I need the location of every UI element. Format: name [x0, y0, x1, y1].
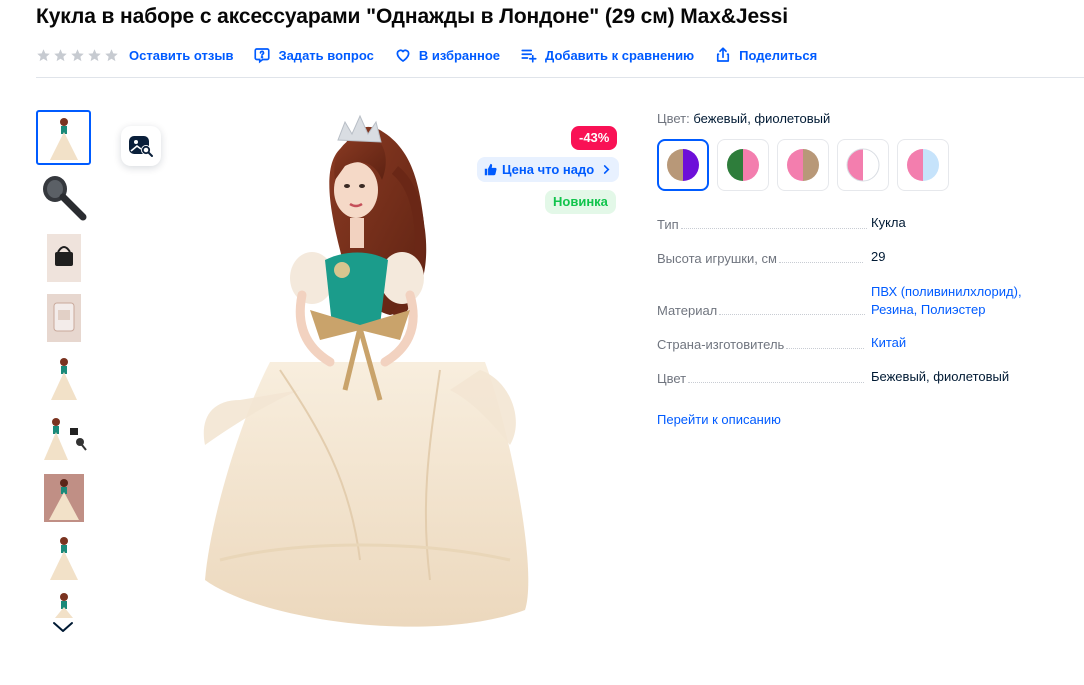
star-icon — [105, 48, 118, 61]
thumbnail-1[interactable] — [36, 110, 91, 165]
material-link[interactable]: ПВХ (поливинилхлорид), — [871, 284, 1022, 299]
color-swatch-3[interactable] — [777, 139, 829, 191]
doll-dress-image — [50, 357, 77, 400]
add-to-favorites-label: В избранное — [418, 47, 501, 63]
two-tone-color-circle — [846, 148, 880, 182]
ask-question-label: Задать вопрос — [278, 47, 374, 63]
chevron-right-icon — [604, 165, 610, 174]
go-to-description-link[interactable]: Перейти к описанию — [657, 412, 781, 427]
color-label-key: Цвет: — [657, 111, 690, 126]
color-label-value: бежевый, фиолетовый — [693, 111, 831, 126]
mirror-image — [46, 293, 81, 342]
thumbnail-6[interactable] — [36, 410, 91, 465]
thumbnail-4[interactable] — [36, 290, 91, 345]
thumbnail-8[interactable] — [36, 530, 91, 585]
property-row: Высота игрушки, см 29 — [657, 249, 1077, 266]
leave-review-link[interactable]: Оставить отзыв — [129, 48, 233, 63]
color-swatch-2[interactable] — [717, 139, 769, 191]
property-row: Тип Кукла — [657, 215, 1077, 232]
property-row: Страна-изготовитель Китай — [657, 334, 1077, 352]
rating-stars[interactable] — [36, 48, 119, 63]
property-key: Тип — [657, 217, 679, 232]
thumbs-up-icon — [484, 163, 497, 176]
doll-accessories-image — [43, 417, 87, 460]
color-label: Цвет: бежевый, фиолетовый — [657, 111, 830, 126]
doll-dress-image — [49, 117, 78, 160]
property-value: ПВХ (поливинилхлорид), Резина, Полиэстер — [871, 283, 1022, 319]
color-swatch-4[interactable] — [837, 139, 889, 191]
star-icon — [37, 48, 50, 61]
add-to-favorites-link[interactable]: В избранное — [394, 46, 500, 64]
header-divider — [36, 77, 1084, 78]
property-value: Китай — [871, 334, 906, 352]
image-search-icon — [129, 136, 153, 157]
image-search-button[interactable] — [121, 126, 161, 166]
leave-review-label: Оставить отзыв — [129, 47, 234, 63]
hairbrush-image — [42, 175, 86, 220]
color-swatch-1[interactable] — [657, 139, 709, 191]
dotted-leader — [680, 228, 867, 229]
thumbnail-9[interactable] — [36, 590, 91, 618]
thumbnail-7[interactable] — [36, 470, 91, 525]
material-link[interactable]: Резина, Полиэстер — [871, 302, 985, 317]
thumbnail-2[interactable] — [36, 170, 91, 225]
property-value: Кукла — [871, 215, 906, 230]
share-label: Поделиться — [739, 47, 818, 63]
thumbnail-3[interactable] — [36, 230, 91, 285]
color-swatch-5[interactable] — [897, 139, 949, 191]
ask-question-link[interactable]: Задать вопрос — [253, 46, 374, 64]
handbag-image — [46, 233, 81, 282]
star-icon — [88, 48, 101, 61]
question-bubble-icon — [254, 48, 271, 64]
heart-icon — [396, 49, 410, 62]
compare-list-icon — [521, 49, 537, 63]
property-key: Высота игрушки, см — [657, 251, 777, 266]
star-icon — [71, 48, 84, 61]
product-title: Кукла в наборе с аксессуарами "Однажды в… — [36, 5, 788, 28]
share-icon — [717, 47, 730, 62]
dotted-leader — [688, 382, 865, 383]
property-value: Бежевый, фиолетовый — [871, 369, 1010, 384]
new-badge: Новинка — [545, 190, 616, 214]
two-tone-color-circle — [907, 149, 939, 181]
two-tone-color-circle — [667, 149, 699, 181]
dotted-leader — [778, 262, 863, 263]
add-to-compare-label: Добавить к сравнению — [545, 47, 695, 63]
two-tone-color-circle — [787, 149, 819, 181]
doll-dress-image — [54, 593, 73, 618]
discount-badge: -43% — [571, 126, 618, 150]
property-key: Материал — [657, 303, 718, 318]
star-icon — [54, 48, 67, 61]
add-to-compare-link[interactable]: Добавить к сравнению — [520, 46, 694, 64]
thumbnails-scroll-down-icon[interactable] — [52, 619, 74, 635]
product-actions-bar: Оставить отзыв Задать вопрос В избранное… — [36, 45, 837, 65]
price-quality-badge[interactable]: Цена что надо — [477, 157, 620, 182]
doll-dress-image — [49, 536, 78, 580]
price-quality-label: Цена что надо — [502, 162, 595, 177]
property-value: 29 — [871, 249, 886, 264]
country-link[interactable]: Китай — [871, 335, 906, 350]
property-key: Страна-изготовитель — [657, 337, 785, 352]
property-row: Цвет Бежевый, фиолетовый — [657, 369, 1077, 386]
two-tone-color-circle — [727, 149, 759, 181]
thumbnail-5[interactable] — [36, 350, 91, 405]
color-swatches — [657, 139, 949, 191]
property-key: Цвет — [657, 371, 687, 386]
dotted-leader — [719, 314, 866, 315]
property-row: Материал ПВХ (поливинилхлорид), Резина, … — [657, 284, 1077, 318]
doll-dress-image — [43, 473, 84, 522]
share-link[interactable]: Поделиться — [714, 46, 817, 64]
dotted-leader — [786, 348, 865, 349]
